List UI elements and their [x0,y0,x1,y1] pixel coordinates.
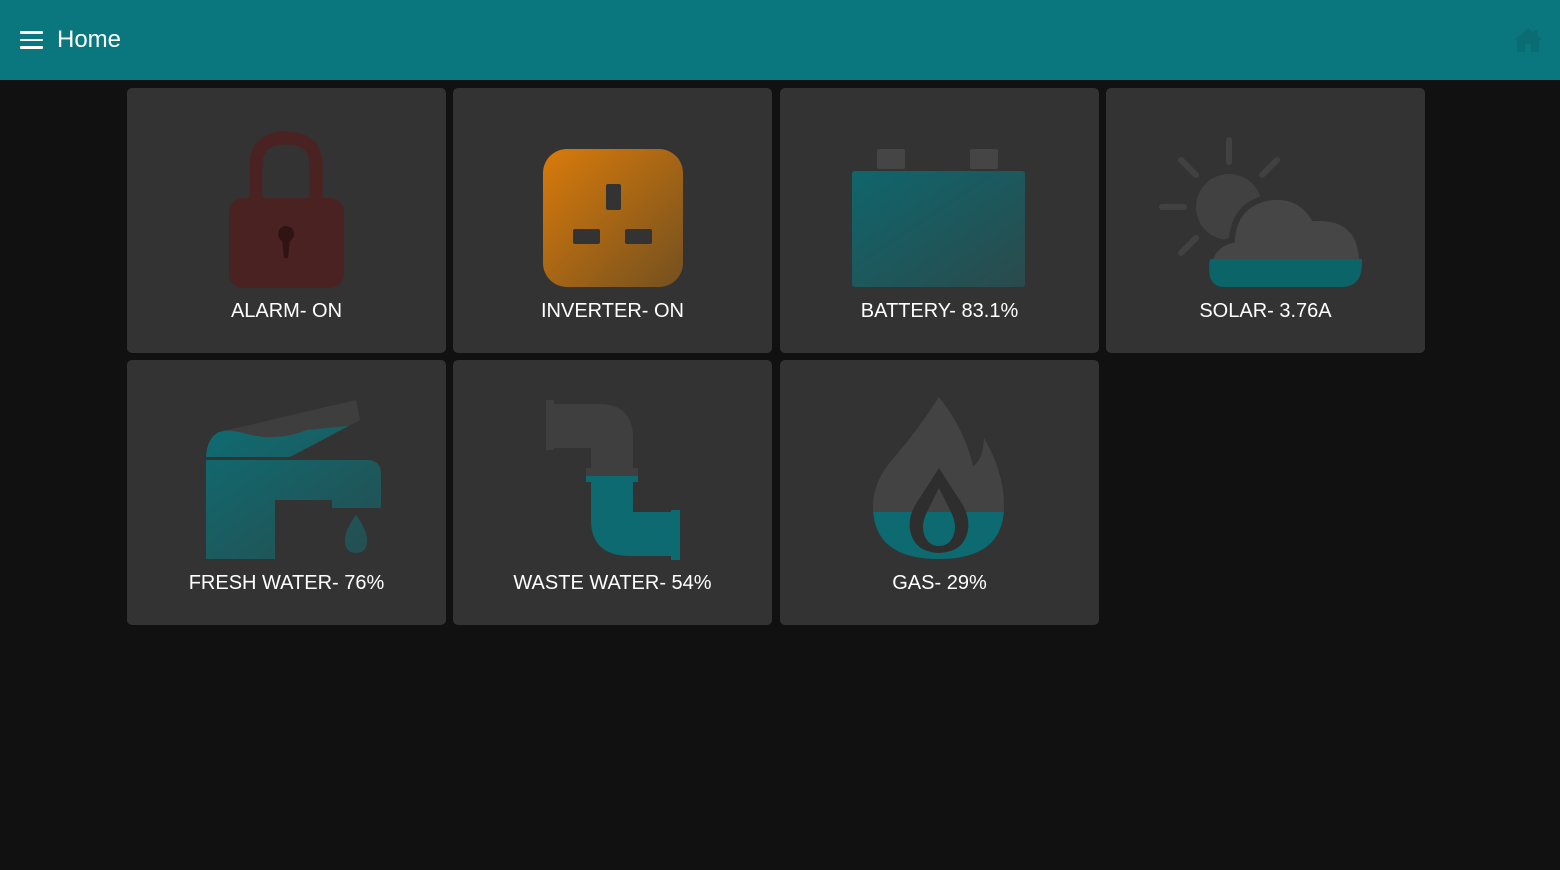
top-app-bar: Home [0,0,1560,80]
padlock-icon [229,131,344,288]
flame-icon [873,397,1004,559]
hamburger-menu-icon[interactable] [20,31,44,51]
page-title: Home [57,26,122,53]
tap-icon [206,400,381,559]
sun-cloud-icon [1159,137,1366,288]
tile-label: GAS- 29% [892,572,987,594]
tile-label: FRESH WATER- 76% [188,572,385,594]
tile-alarm[interactable]: ALARM- ON [127,88,446,353]
tile-inverter[interactable]: INVERTER- ON [453,88,772,353]
tile-fresh-water[interactable]: FRESH WATER- 76% [127,360,446,625]
battery-icon [852,149,1025,287]
tile-label: INVERTER- ON [541,300,684,322]
tile-label: ALARM- ON [230,300,343,322]
tile-label: WASTE WATER- 54% [513,572,712,594]
tile-battery[interactable]: BATTERY- 83.1% [780,88,1099,353]
tile-label: BATTERY- 83.1% [860,300,1019,322]
tile-waste-water[interactable]: WASTE WATER- 54% [453,360,772,625]
tile-solar[interactable]: SOLAR- 3.76A [1106,88,1425,353]
pipe-icon [546,400,680,560]
power-socket-icon [543,149,683,287]
tile-label: SOLAR- 3.76A [1199,300,1332,322]
home-icon[interactable] [1513,26,1543,54]
tile-gas[interactable]: GAS- 29% [780,360,1099,625]
